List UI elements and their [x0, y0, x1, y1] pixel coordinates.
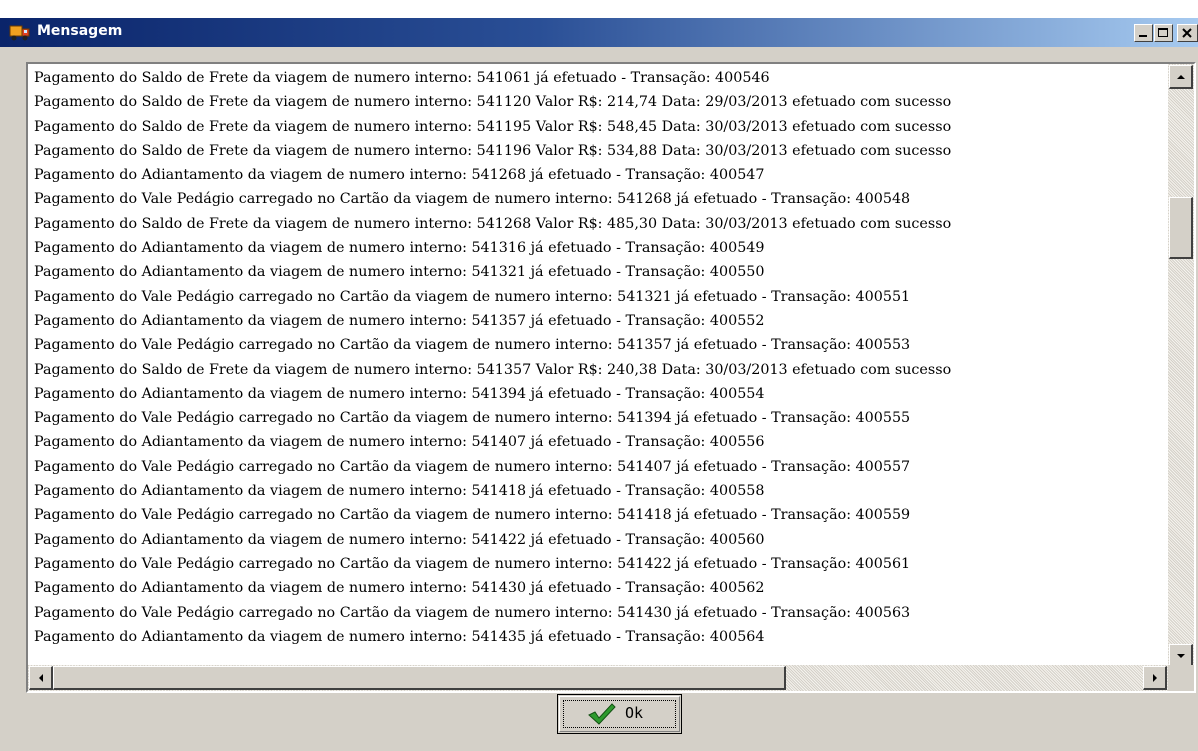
message-line: Pagamento do Vale Pedágio carregado no C… [34, 604, 911, 621]
horizontal-scrollbar[interactable] [28, 665, 1168, 691]
message-log[interactable]: Pagamento do Saldo de Frete da viagem de… [26, 62, 1196, 693]
message-line: Pagamento do Saldo de Frete da viagem de… [34, 142, 952, 159]
message-list: Pagamento do Saldo de Frete da viagem de… [34, 66, 1164, 649]
close-button[interactable] [1177, 24, 1198, 42]
checkmark-icon [587, 702, 617, 730]
ok-label: Ok [625, 704, 644, 722]
message-line: Pagamento do Vale Pedágio carregado no C… [34, 458, 911, 475]
scroll-right-button[interactable] [1143, 666, 1167, 690]
scrollbar-corner [1168, 665, 1194, 691]
horizontal-scroll-thumb[interactable] [53, 666, 786, 690]
window-title: Mensagem [37, 23, 123, 39]
close-icon [1182, 28, 1192, 38]
title-bar[interactable]: Mensagem [0, 18, 1198, 47]
message-line: Pagamento do Saldo de Frete da viagem de… [34, 118, 952, 135]
message-line: Pagamento do Adiantamento da viagem de n… [34, 312, 765, 329]
message-line: Pagamento do Vale Pedágio carregado no C… [34, 337, 911, 354]
message-line: Pagamento do Adiantamento da viagem de n… [34, 628, 765, 645]
message-line: Pagamento do Saldo de Frete da viagem de… [34, 215, 952, 232]
message-line: Pagamento do Vale Pedágio carregado no C… [34, 507, 911, 524]
scroll-up-button[interactable] [1169, 65, 1193, 89]
message-line: Pagamento do Adiantamento da viagem de n… [34, 264, 765, 281]
message-line: Pagamento do Saldo de Frete da viagem de… [34, 94, 952, 111]
message-line: Pagamento do Adiantamento da viagem de n… [34, 531, 765, 548]
message-line: Pagamento do Adiantamento da viagem de n… [34, 240, 765, 257]
ok-button[interactable]: Ok [557, 694, 682, 734]
minimize-icon [1139, 35, 1147, 37]
truck-icon [9, 24, 31, 42]
message-line: Pagamento do Adiantamento da viagem de n… [34, 434, 765, 451]
arrow-right-icon [1153, 674, 1157, 682]
message-line: Pagamento do Saldo de Frete da viagem de… [34, 70, 770, 86]
maximize-button[interactable] [1154, 24, 1173, 42]
message-line: Pagamento do Vale Pedágio carregado no C… [34, 555, 911, 572]
message-line: Pagamento do Adiantamento da viagem de n… [34, 167, 765, 184]
message-line: Pagamento do Vale Pedágio carregado no C… [34, 191, 911, 208]
maximize-icon [1158, 28, 1168, 37]
scroll-left-button[interactable] [29, 666, 53, 690]
message-line: Pagamento do Saldo de Frete da viagem de… [34, 361, 952, 378]
message-line: Pagamento do Vale Pedágio carregado no C… [34, 410, 911, 427]
message-line: Pagamento do Adiantamento da viagem de n… [34, 385, 765, 402]
vertical-scrollbar[interactable] [1168, 64, 1194, 669]
arrow-left-icon [39, 674, 43, 682]
vertical-scroll-thumb[interactable] [1169, 197, 1193, 259]
message-line: Pagamento do Vale Pedágio carregado no C… [34, 288, 911, 305]
minimize-button[interactable] [1134, 24, 1153, 42]
message-line: Pagamento do Adiantamento da viagem de n… [34, 483, 765, 500]
arrow-up-icon [1177, 75, 1185, 79]
message-window: Mensagem Pagamento do Saldo de Frete da … [0, 18, 1198, 751]
arrow-down-icon [1177, 654, 1185, 658]
message-line: Pagamento do Adiantamento da viagem de n… [34, 580, 765, 597]
